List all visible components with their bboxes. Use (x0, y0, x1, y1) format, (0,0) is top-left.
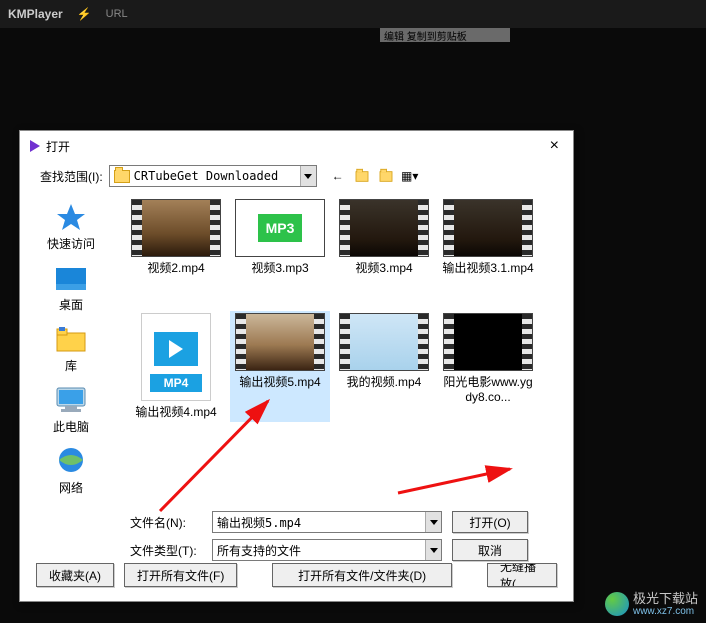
file-label: 视频3.mp3 (232, 261, 328, 277)
watermark-name: 极光下载站 (633, 592, 698, 606)
file-label: 输出视频3.1.mp4 (440, 261, 536, 277)
seamless-play-button[interactable]: 无缝播放( (487, 563, 557, 587)
open-button[interactable]: 打开(O) (452, 511, 528, 533)
watermark-logo (605, 592, 629, 616)
file-item[interactable]: 视频2.mp4 (126, 197, 226, 279)
dialog-title: 打开 (46, 138, 70, 155)
open-all-files-button[interactable]: 打开所有文件(F) (124, 563, 237, 587)
file-label: 视频3.mp4 (336, 261, 432, 277)
chevron-down-icon[interactable] (425, 512, 441, 532)
open-file-dialog: 打开 × 查找范围(I): CRTubeGet Downloaded ← ▦▾ … (19, 130, 574, 602)
video-thumb (339, 199, 429, 257)
lookin-row: 查找范围(I): CRTubeGet Downloaded ← ▦▾ (20, 161, 573, 195)
open-all-folders-button[interactable]: 打开所有文件/文件夹(D) (272, 563, 452, 587)
file-item[interactable]: MP3 视频3.mp3 (230, 197, 330, 279)
place-quick-access[interactable]: 快速访问 (47, 201, 95, 252)
up-folder-icon[interactable] (353, 167, 371, 185)
top-strip: 编辑 复制到剪贴板 (380, 28, 510, 42)
new-folder-icon[interactable] (377, 167, 395, 185)
file-label: 我的视频.mp4 (336, 375, 432, 391)
place-desktop[interactable]: 桌面 (53, 262, 89, 313)
watermark-url: www.xz7.com (633, 606, 698, 617)
file-item[interactable]: MP4 输出视频4.mp4 (126, 311, 226, 423)
mp3-thumb: MP3 (235, 199, 325, 257)
lookin-label: 查找范围(I): (40, 168, 103, 185)
back-icon[interactable]: ← (329, 167, 347, 185)
view-menu-icon[interactable]: ▦▾ (401, 167, 419, 185)
chevron-down-icon[interactable] (300, 166, 316, 186)
file-listing: 视频2.mp4 MP3 视频3.mp3 视频3.mp4 输出视频3.1.mp4 MP4 输出… (122, 195, 573, 503)
folder-icon (114, 170, 130, 183)
dialog-icon (30, 140, 40, 152)
video-thumb (443, 199, 533, 257)
file-item[interactable]: 我的视频.mp4 (334, 311, 434, 423)
filename-label: 文件名(N): (130, 514, 202, 531)
file-item[interactable]: 视频3.mp4 (334, 197, 434, 279)
app-logo: KMPlayer (8, 7, 63, 21)
place-network[interactable]: 网络 (53, 445, 89, 496)
video-thumb (339, 313, 429, 371)
file-item[interactable]: 输出视频3.1.mp4 (438, 197, 538, 279)
filename-input[interactable]: 输出视频5.mp4 (212, 511, 442, 533)
lightning-icon[interactable]: ⚡ (77, 7, 92, 21)
place-library[interactable]: 库 (53, 323, 89, 374)
dialog-titlebar: 打开 × (20, 131, 573, 161)
app-titlebar: KMPlayer ⚡ URL (0, 0, 706, 28)
places-bar: 快速访问 桌面 库 此电脑 网络 (20, 195, 122, 503)
lookin-combobox[interactable]: CRTubeGet Downloaded (109, 165, 317, 187)
video-thumb (443, 313, 533, 371)
lookin-value: CRTubeGet Downloaded (134, 169, 279, 183)
watermark: 极光下载站 www.xz7.com (605, 592, 698, 617)
file-label: 输出视频4.mp4 (128, 405, 224, 421)
file-item[interactable]: 输出视频5.mp4 (230, 311, 330, 423)
url-label[interactable]: URL (106, 8, 128, 20)
favorites-button[interactable]: 收藏夹(A) (36, 563, 114, 587)
video-thumb (131, 199, 221, 257)
file-item[interactable]: 阳光电影www.ygdy8.co... (438, 311, 538, 423)
close-icon[interactable]: × (546, 137, 563, 155)
mp4-file-icon: MP4 (141, 313, 211, 401)
video-thumb (235, 313, 325, 371)
bottom-button-row: 收藏夹(A) 打开所有文件(F) 打开所有文件/文件夹(D) 无缝播放( (20, 555, 573, 595)
file-label: 输出视频5.mp4 (232, 375, 328, 391)
file-label: 视频2.mp4 (128, 261, 224, 277)
file-label: 阳光电影www.ygdy8.co... (440, 375, 536, 406)
place-thispc[interactable]: 此电脑 (53, 384, 89, 435)
